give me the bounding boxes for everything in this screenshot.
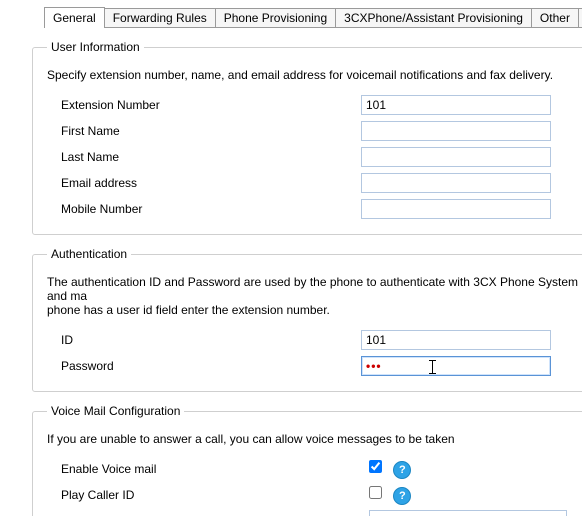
section-authentication-legend: Authentication [47,247,131,261]
mobile-number-label: Mobile Number [47,202,361,216]
tab-office-hours[interactable]: Office Hours [578,8,582,27]
tab-general[interactable]: General [44,7,105,28]
section-user-information-legend: User Information [47,40,144,54]
password-mask: ••• [366,359,382,373]
tab-strip: General Forwarding Rules Phone Provision… [0,4,582,27]
user-info-description: Specify extension number, name, and emai… [47,68,581,82]
first-name-label: First Name [47,124,361,138]
text-cursor-icon [429,360,436,374]
auth-password-label: Password [47,359,361,373]
auth-description: The authentication ID and Password are u… [47,275,581,317]
tab-phone-provisioning[interactable]: Phone Provisioning [215,8,336,27]
tab-forwarding-rules[interactable]: Forwarding Rules [104,8,216,27]
email-address-label: Email address [47,176,361,190]
tab-underline [44,27,582,28]
help-icon[interactable]: ? [393,487,411,505]
auth-password-input[interactable]: ••• [361,356,551,376]
play-caller-id-label: Play Caller ID [47,488,369,502]
section-voicemail: Voice Mail Configuration If you are unab… [32,404,582,516]
voicemail-description: If you are unable to answer a call, you … [47,432,581,446]
auth-id-input[interactable] [361,330,551,350]
extension-number-label: Extension Number [47,98,361,112]
last-name-input[interactable] [361,147,551,167]
enable-voicemail-checkbox[interactable] [369,460,382,473]
mobile-number-input[interactable] [361,199,551,219]
readout-datetime-select[interactable]: Do not read [369,510,567,516]
play-caller-id-checkbox[interactable] [369,486,382,499]
first-name-input[interactable] [361,121,551,141]
extension-number-input[interactable] [361,95,551,115]
email-address-input[interactable] [361,173,551,193]
last-name-label: Last Name [47,150,361,164]
tab-other[interactable]: Other [531,8,579,27]
section-user-information: User Information Specify extension numbe… [32,40,582,235]
auth-id-label: ID [47,333,361,347]
section-authentication: Authentication The authentication ID and… [32,247,582,392]
section-voicemail-legend: Voice Mail Configuration [47,404,184,418]
tab-3cxphone-provisioning[interactable]: 3CXPhone/Assistant Provisioning [335,8,532,27]
help-icon[interactable]: ? [393,461,411,479]
enable-voicemail-label: Enable Voice mail [47,462,369,476]
